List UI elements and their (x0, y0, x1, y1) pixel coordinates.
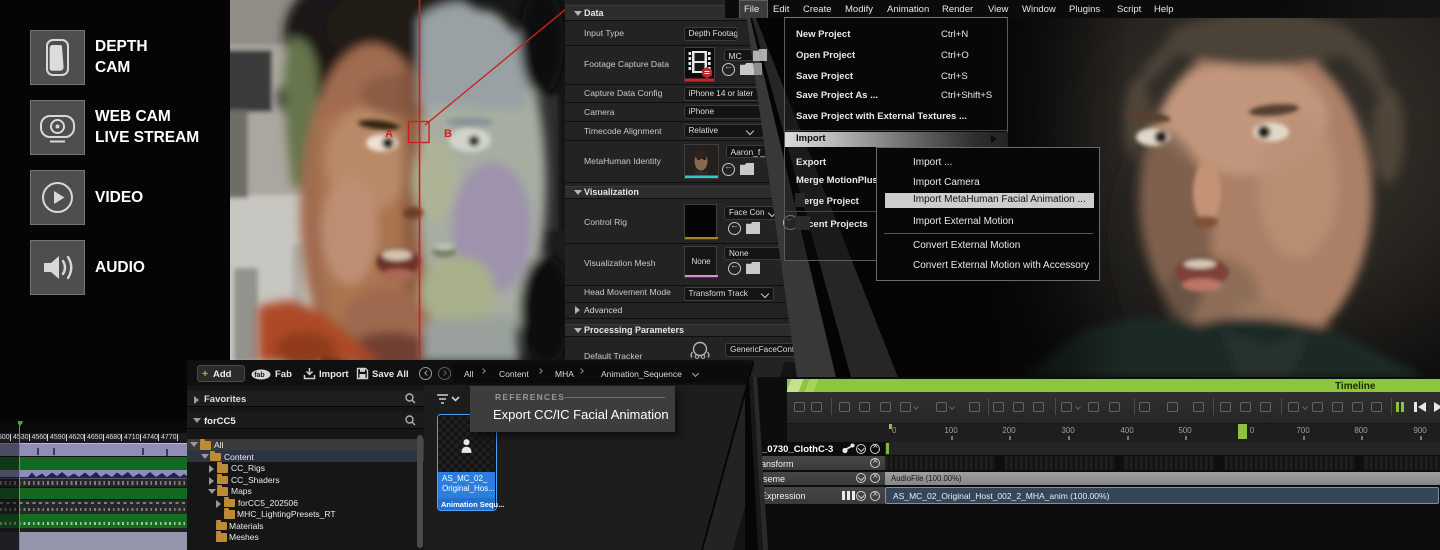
svg-text:A: A (385, 128, 393, 140)
svg-text:fab: fab (254, 372, 265, 379)
svg-text:B: B (444, 128, 452, 140)
